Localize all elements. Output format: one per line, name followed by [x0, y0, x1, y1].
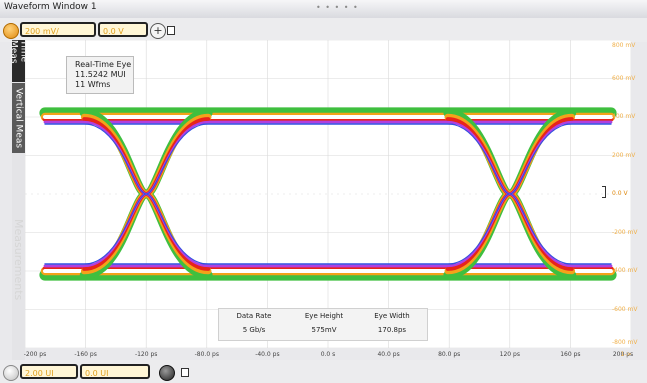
y-tick-label: -600 mV — [612, 305, 638, 313]
x-tick-label: -80.0 ps — [194, 351, 219, 358]
channel-icon[interactable] — [3, 23, 19, 39]
annotation-line-3: 11 Wfms — [75, 80, 111, 89]
stat-value-eye-width: 170.8ps — [377, 326, 407, 334]
tab-vertical-meas[interactable]: Vertical Meas — [12, 83, 25, 153]
x-tick-label: -160 ps — [74, 351, 97, 358]
x-unit-label: 1-> — [620, 351, 632, 358]
window-title: Waveform Window 1 — [4, 2, 97, 12]
y-tick-label: 0.0 V — [612, 190, 628, 197]
y-tick-label: -800 mV — [612, 339, 638, 346]
y-tick-label: -400 mV — [612, 267, 638, 274]
y-tick-label: -200 mV — [612, 228, 638, 236]
vertical-scale-field[interactable]: 200 mV/ — [20, 22, 96, 37]
offset-field[interactable]: 0.0 V — [98, 22, 148, 37]
y-tick-label: 600 mV — [612, 74, 636, 82]
x-tick-label: 40.0 ps — [377, 351, 400, 358]
measurements-watermark: Measurements — [12, 219, 25, 301]
stat-header-eye-width: Eye Width — [374, 312, 410, 320]
stat-value-eye-height: 575mV — [311, 326, 337, 334]
stat-header-eye-height: Eye Height — [304, 312, 344, 320]
x-tick-label: 80.0 ps — [438, 351, 461, 358]
annotation-line-2: 11.5242 MUI — [75, 70, 126, 79]
y-tick-label: 400 mV — [612, 113, 636, 120]
top-control-bar: 200 mV/ 0.0 V + — [0, 18, 647, 42]
add-icon[interactable]: + — [150, 23, 166, 39]
knob-icon[interactable] — [159, 365, 175, 381]
tab-time-meas[interactable]: Time Meas — [9, 40, 29, 82]
timebase-icon[interactable] — [3, 365, 19, 381]
y-tick-label: 800 mV — [612, 42, 636, 49]
side-tab-strip: Time Meas Vertical Meas Measurements — [9, 40, 29, 368]
title-bar[interactable]: Waveform Window 1 • • • • • — [0, 0, 647, 19]
y-tick-label: 200 mV — [612, 151, 636, 159]
position-field[interactable]: 0.0 UI — [80, 364, 150, 379]
x-tick-label: -40.0 ps — [255, 351, 280, 358]
stat-header-data-rate: Data Rate — [236, 312, 272, 320]
waveform-window: Waveform Window 1 • • • • • 200 mV/ 0.0 … — [0, 0, 647, 383]
drag-grip-icon[interactable]: • • • • • — [316, 3, 359, 12]
settings-square-icon[interactable] — [167, 26, 175, 35]
x-tick-label: 120 ps — [499, 351, 520, 358]
eye-measurement-table: Data Rate Eye Height Eye Width 5 Gb/s 57… — [218, 308, 428, 341]
trigger-marker-icon[interactable] — [602, 186, 606, 198]
horizontal-scale-field[interactable]: 2.00 UI — [20, 364, 78, 379]
x-tick-label: 160 ps — [560, 351, 581, 358]
settings-square-icon[interactable] — [181, 368, 189, 377]
stat-value-data-rate: 5 Gb/s — [242, 326, 266, 334]
x-tick-label: 0.0 s — [320, 351, 336, 358]
annotation-line-1: Real-Time Eye — [75, 60, 132, 69]
x-tick-label: -120 ps — [134, 351, 158, 358]
x-tick-label: -200 ps — [23, 351, 47, 358]
real-time-eye-annotation: Real-Time Eye 11.5242 MUI 11 Wfms — [66, 56, 134, 94]
bottom-control-bar: 2.00 UI 0.0 UI — [0, 360, 647, 383]
